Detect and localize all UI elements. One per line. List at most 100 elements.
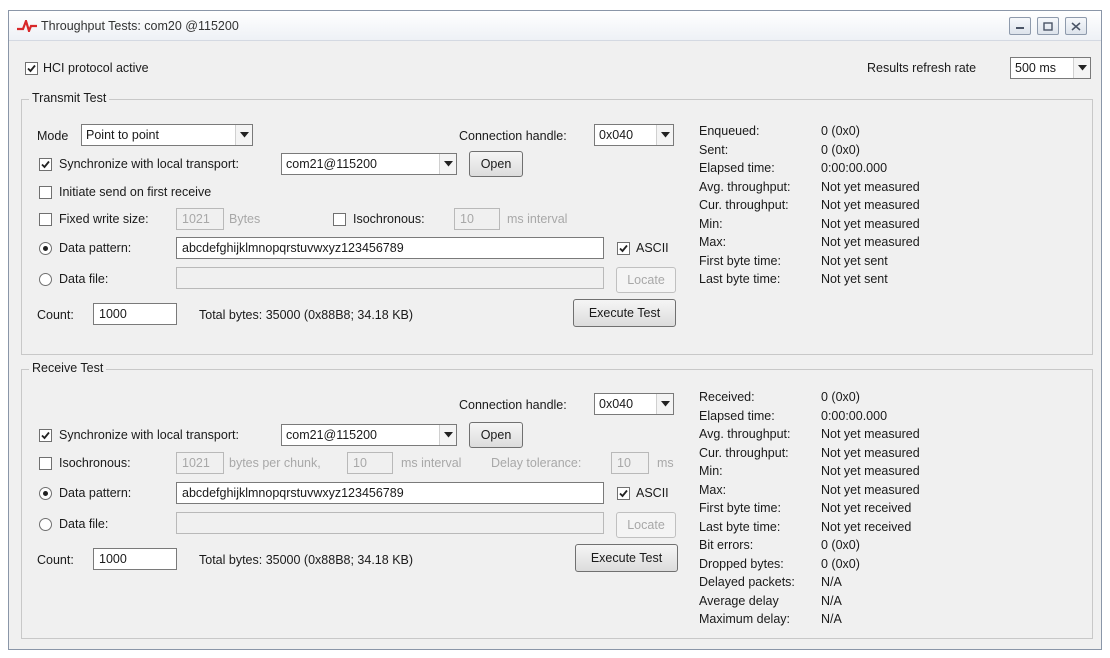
close-button[interactable]: [1065, 17, 1087, 35]
rx-execute-test-button[interactable]: Execute Test: [575, 544, 678, 572]
rx-open-button[interactable]: Open: [469, 422, 523, 448]
tx-stat-value: 0:00:00.000: [821, 161, 888, 175]
rx-stat-name: Last byte time:: [699, 519, 781, 534]
tx-transport-value: com21@115200: [286, 157, 377, 171]
tx-data-pattern-radio[interactable]: [39, 242, 52, 255]
tx-data-file-input[interactable]: [176, 267, 604, 289]
minimize-button[interactable]: [1009, 17, 1031, 35]
tx-data-file-radio[interactable]: [39, 273, 52, 286]
rx-stat-value: N/A: [821, 612, 842, 626]
tx-connection-handle-select[interactable]: 0x040: [594, 124, 674, 146]
tx-stat-value: 0 (0x0): [821, 142, 860, 157]
tx-synchronize-label: Synchronize with local transport:: [59, 157, 239, 171]
rx-connection-handle-value: 0x040: [599, 397, 634, 411]
rx-count-label: Count:: [37, 553, 74, 567]
tx-stat-name: Enqueued:: [699, 124, 760, 138]
tx-locate-button[interactable]: Locate: [616, 267, 676, 293]
window-title: Throughput Tests: com20 @115200: [41, 19, 239, 33]
chevron-down-icon: [656, 125, 673, 145]
rx-interval-input[interactable]: 10: [347, 452, 393, 474]
tx-isochronous-label: Isochronous:: [353, 212, 425, 226]
rx-stat-value: N/A: [821, 575, 842, 589]
checkmark-icon: [27, 64, 36, 73]
tx-count-label: Count:: [37, 308, 74, 322]
rx-isochronous-label: Isochronous:: [59, 456, 131, 470]
tx-data-pattern-input[interactable]: abcdefghijklmnopqrstuvwxyz123456789: [176, 237, 604, 259]
fixed-write-size-input[interactable]: 1021: [176, 208, 224, 230]
rx-isochronous-checkbox[interactable]: [39, 457, 52, 470]
tx-open-button[interactable]: Open: [469, 151, 523, 177]
title-bar[interactable]: Throughput Tests: com20 @115200: [9, 11, 1101, 41]
fixed-write-size-label: Fixed write size:: [59, 212, 149, 226]
rx-stat-value: N/A: [821, 593, 842, 608]
tx-data-file-label: Data file:: [59, 272, 109, 286]
tx-execute-test-button[interactable]: Execute Test: [573, 299, 676, 327]
tx-stat-name: Min:: [699, 216, 723, 231]
rx-interval-value: 10: [353, 456, 367, 470]
fixed-write-size-checkbox[interactable]: [39, 213, 52, 226]
rx-connection-handle-select[interactable]: 0x040: [594, 393, 674, 415]
tx-isochronous-checkbox[interactable]: [333, 213, 346, 226]
rx-ascii-checkbox[interactable]: [617, 487, 630, 500]
tx-count-input[interactable]: 1000: [93, 303, 177, 325]
tx-stat-value: Not yet measured: [821, 179, 920, 194]
tx-stat-name: Avg. throughput:: [699, 179, 791, 194]
rx-stat-name: Bit errors:: [699, 538, 754, 552]
tx-connection-handle-value: 0x040: [599, 128, 634, 142]
checkmark-icon: [619, 489, 628, 498]
tx-isochronous-unit: ms interval: [507, 212, 568, 226]
checkmark-icon: [41, 160, 50, 169]
rx-stat-name: Maximum delay:: [699, 612, 790, 626]
rx-data-pattern-input[interactable]: abcdefghijklmnopqrstuvwxyz123456789: [176, 482, 604, 504]
rx-chunk-size-input[interactable]: 1021: [176, 452, 224, 474]
rx-stat-value: 0 (0x0): [821, 538, 860, 552]
fixed-write-size-value: 1021: [182, 212, 210, 226]
rx-data-file-label: Data file:: [59, 517, 109, 531]
rx-stat-value: Not yet received: [821, 501, 912, 515]
rx-stat-name: Average delay: [699, 593, 779, 608]
tx-isochronous-input[interactable]: 10: [454, 208, 500, 230]
tx-synchronize-checkbox[interactable]: [39, 158, 52, 171]
checkmark-icon: [619, 244, 628, 253]
rx-chunk-size-unit: bytes per chunk,: [229, 456, 321, 470]
minimize-icon: [1016, 27, 1024, 29]
transmit-test-title: Transmit Test: [29, 91, 110, 105]
tx-ascii-checkbox[interactable]: [617, 242, 630, 255]
tx-data-pattern-label: Data pattern:: [59, 241, 132, 255]
checkmark-icon: [41, 431, 50, 440]
rx-locate-button[interactable]: Locate: [616, 512, 676, 538]
tx-total-bytes: Total bytes: 35000 (0x88B8; 34.18 KB): [199, 308, 414, 322]
rx-data-pattern-radio[interactable]: [39, 487, 52, 500]
mode-select[interactable]: Point to point: [81, 124, 253, 146]
rx-total-bytes: Total bytes: 35000 (0x88B8; 34.18 KB): [199, 553, 414, 567]
rx-transport-select[interactable]: com21@115200: [281, 424, 457, 446]
rx-stat-value: Not yet measured: [821, 482, 920, 497]
rx-stat-value: 0 (0x0): [821, 390, 860, 404]
initiate-send-checkbox[interactable]: [39, 186, 52, 199]
tx-data-pattern-value: abcdefghijklmnopqrstuvwxyz123456789: [182, 241, 404, 255]
hci-protocol-label: HCI protocol active: [43, 61, 149, 75]
tx-transport-select[interactable]: com21@115200: [281, 153, 457, 175]
rx-count-input[interactable]: 1000: [93, 548, 177, 570]
rx-delay-tolerance-input[interactable]: 10: [611, 452, 649, 474]
rx-data-pattern-label: Data pattern:: [59, 486, 132, 500]
maximize-button[interactable]: [1037, 17, 1059, 35]
rx-stat-value: 0 (0x0): [821, 556, 860, 571]
close-icon: [1071, 21, 1081, 31]
mode-label: Mode: [37, 129, 69, 143]
tx-stat-value: Not yet measured: [821, 235, 920, 249]
hci-protocol-checkbox[interactable]: [25, 62, 38, 75]
rx-stat-name: Cur. throughput:: [699, 445, 789, 460]
rx-data-file-input[interactable]: [176, 512, 604, 534]
tx-stat-name: Cur. throughput:: [699, 198, 789, 212]
rx-interval-unit: ms interval: [401, 456, 462, 470]
rx-stat-name: Elapsed time:: [699, 408, 775, 423]
rx-stat-value: Not yet received: [821, 519, 912, 534]
rx-delay-tolerance-label: Delay tolerance:: [491, 456, 582, 470]
refresh-rate-label: Results refresh rate: [867, 61, 977, 75]
tx-stat-name: Elapsed time:: [699, 161, 775, 175]
refresh-rate-select[interactable]: 500 ms: [1010, 57, 1091, 79]
rx-synchronize-checkbox[interactable]: [39, 429, 52, 442]
chevron-down-icon: [656, 394, 673, 414]
rx-data-file-radio[interactable]: [39, 518, 52, 531]
